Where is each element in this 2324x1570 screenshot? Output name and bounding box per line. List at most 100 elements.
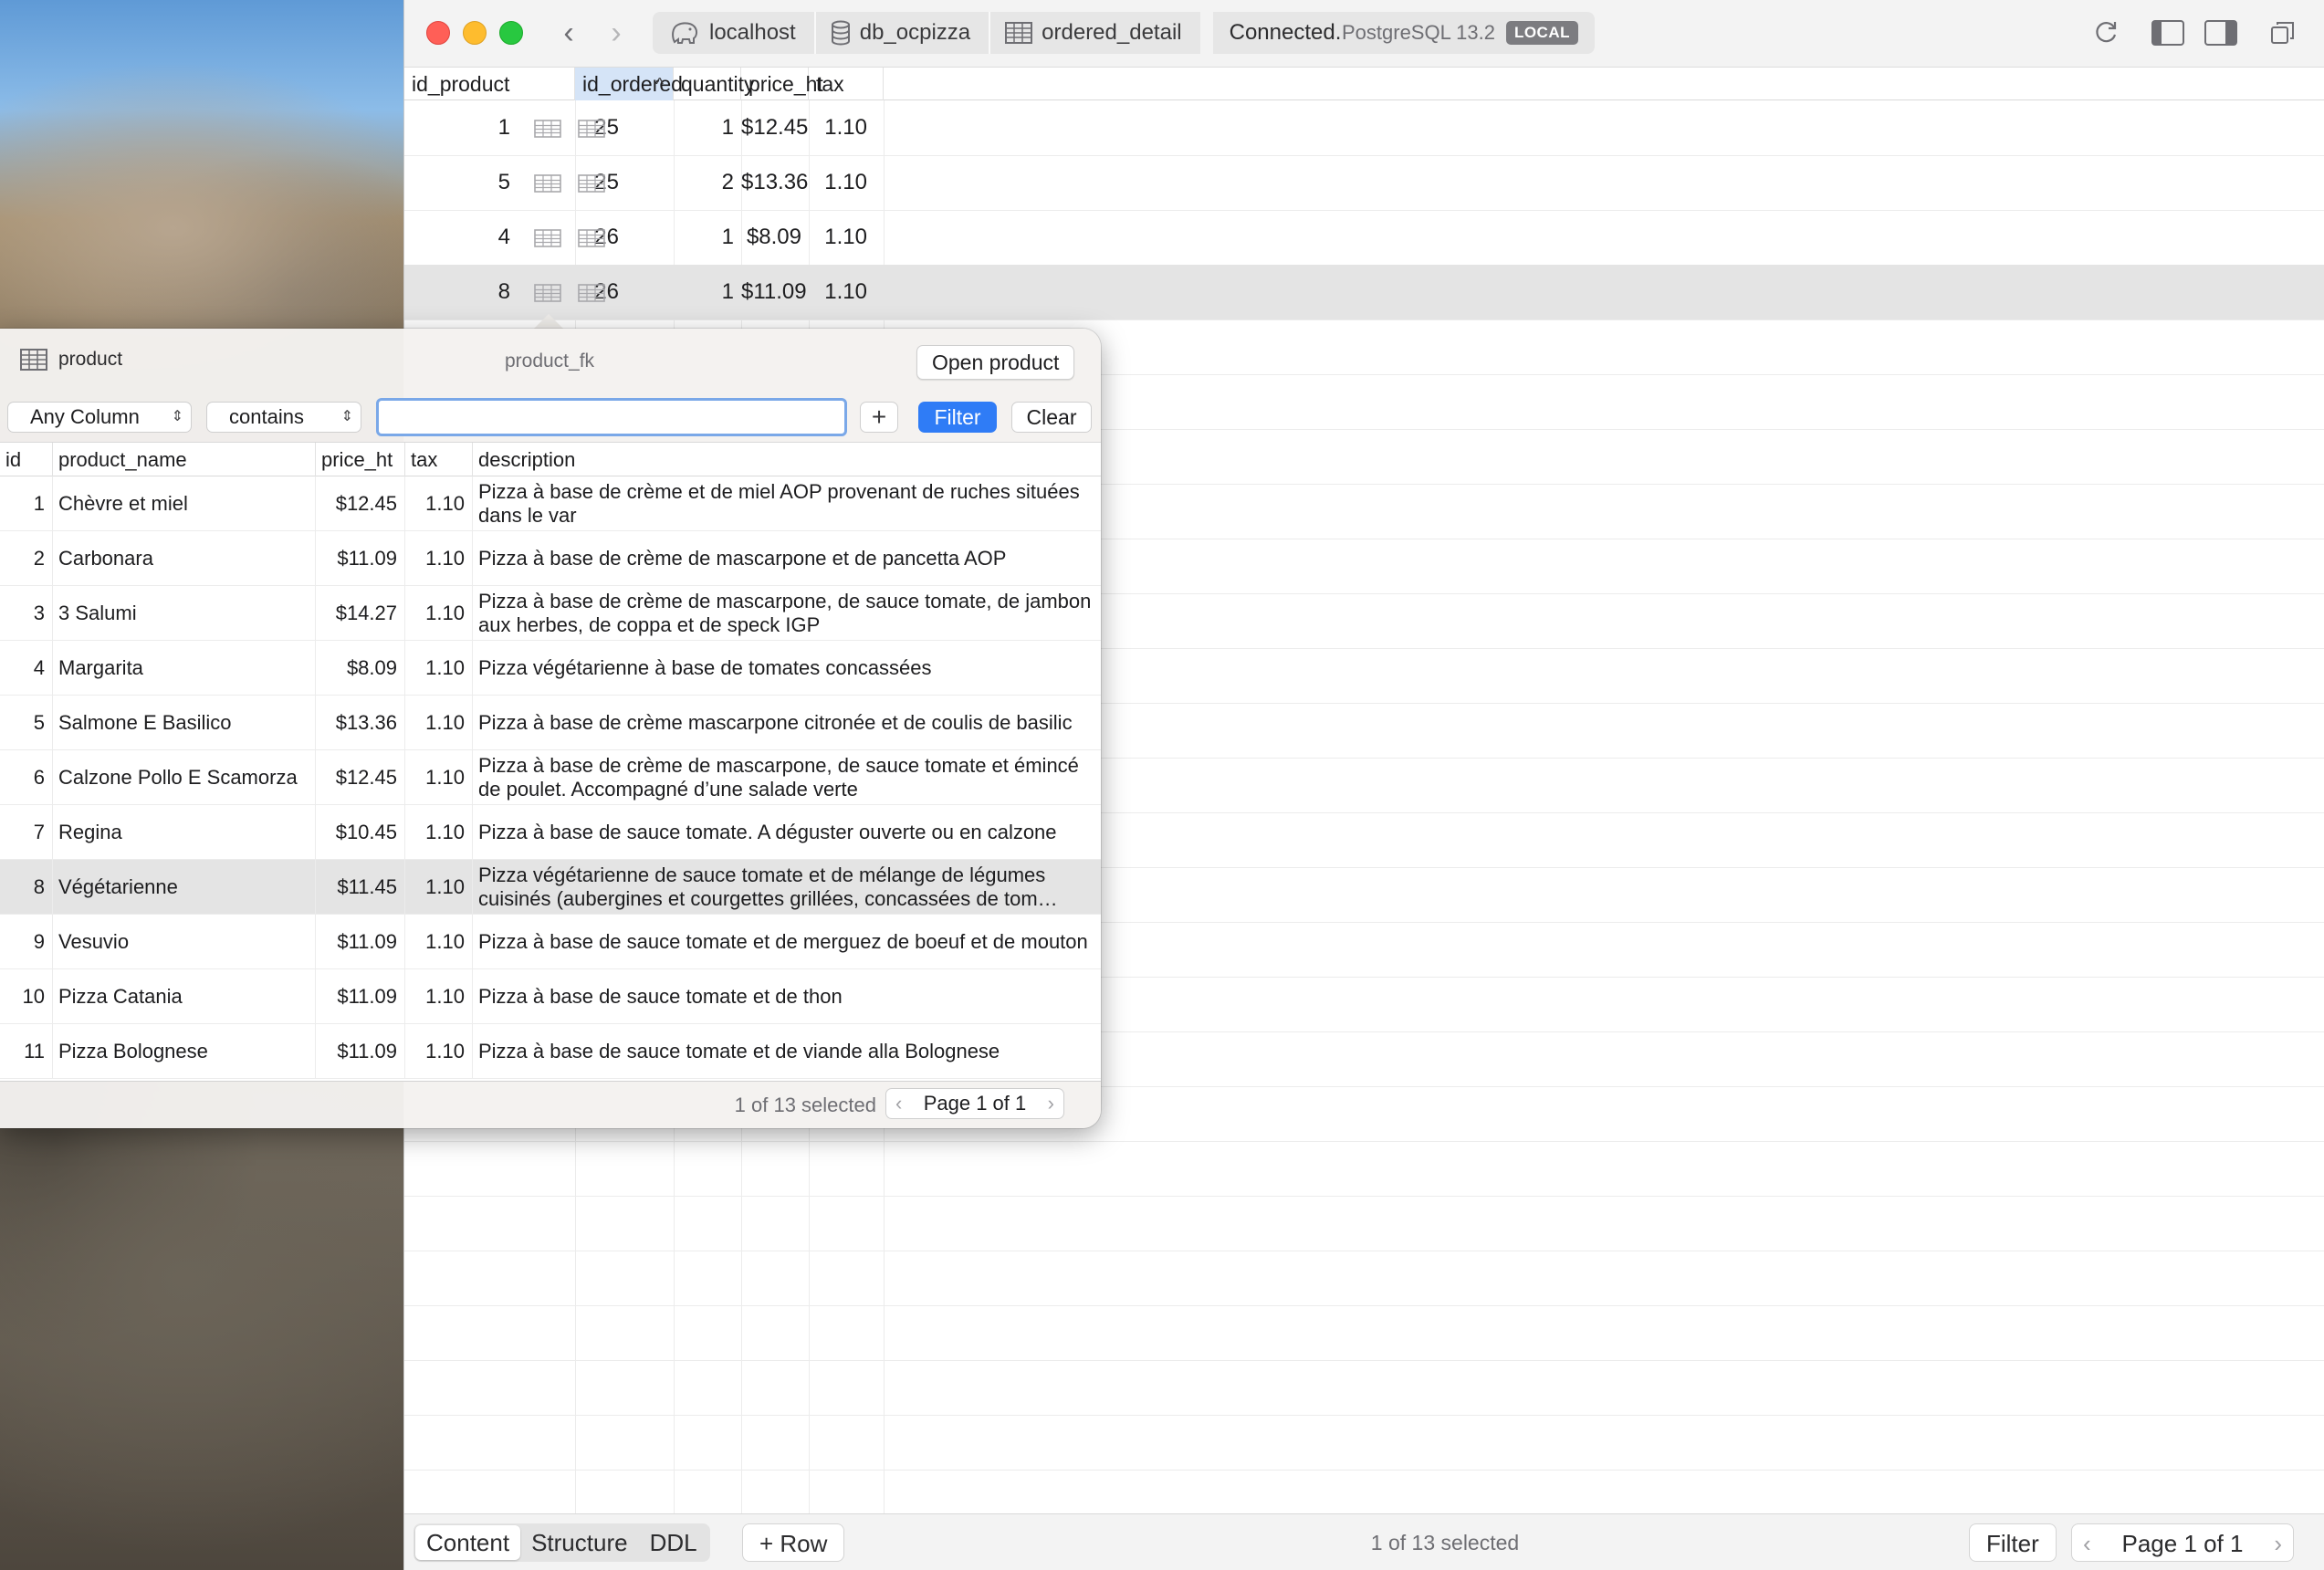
minimize-window-button[interactable]: [463, 21, 487, 45]
foreign-key-table-icon[interactable]: [578, 284, 605, 302]
table-row[interactable]: 9 Vesuvio $11.09 1.10 Pizza à base de sauce …: [0, 915, 1101, 969]
toggle-right-sidebar-icon[interactable]: [2203, 16, 2239, 49]
cell-tax[interactable]: 1.10: [405, 696, 473, 750]
clear-filter-button[interactable]: Clear: [1011, 402, 1092, 433]
table-row[interactable]: 5 Salmone E Basilico $13.36 1.10 Pizza à bas…: [0, 696, 1101, 750]
cell-id-product[interactable]: 4: [404, 210, 523, 265]
cell-description[interactable]: Pizza à base de sauce tomate et de thon: [473, 969, 1101, 1024]
filter-column-select[interactable]: Any Column ⇕: [7, 402, 192, 433]
cell-price-ht[interactable]: $14.27: [316, 586, 405, 641]
cell-price-ht[interactable]: $12.45: [316, 476, 405, 531]
cell-description[interactable]: Pizza végétarienne de sauce tomate et de…: [473, 860, 1101, 915]
cell-id-product[interactable]: 1: [404, 100, 523, 155]
toggle-left-sidebar-icon[interactable]: [2150, 16, 2186, 49]
chevron-left-icon[interactable]: ‹: [549, 13, 589, 53]
cell-price-ht[interactable]: $10.45: [316, 805, 405, 860]
breadcrumb-database[interactable]: db_ocpizza: [815, 12, 989, 54]
column-header-id[interactable]: id: [0, 443, 53, 477]
cell-product-name[interactable]: Végétarienne: [53, 860, 316, 915]
table-row[interactable]: 5 25 2 $13.36 1.10: [404, 155, 2324, 210]
foreign-key-table-icon[interactable]: [578, 120, 605, 138]
cell-id[interactable]: 1: [0, 476, 53, 531]
cell-product-name[interactable]: Margarita: [53, 641, 316, 696]
cell-tax[interactable]: 1.10: [405, 476, 473, 531]
cell-id-product[interactable]: 5: [404, 155, 523, 210]
cell-product-name[interactable]: Regina: [53, 805, 316, 860]
breadcrumb-table[interactable]: ordered_detail: [990, 12, 1200, 54]
cell-description[interactable]: Pizza à base de sauce tomate et de viand…: [473, 1024, 1101, 1079]
column-header-price-ht[interactable]: price_ht: [741, 68, 823, 100]
cell-id-product[interactable]: 8: [404, 265, 523, 319]
table-row[interactable]: 33 Salumi $14.27 1.10 Pizza à base de crème…: [0, 586, 1101, 641]
chevron-left-icon[interactable]: ‹: [895, 1092, 902, 1115]
close-window-button[interactable]: [426, 21, 450, 45]
filter-value-input[interactable]: [376, 398, 847, 436]
cell-price-ht[interactable]: $8.09: [741, 210, 809, 265]
cell-price-ht[interactable]: $11.09: [316, 531, 405, 586]
cell-price-ht[interactable]: $13.36: [316, 696, 405, 750]
cell-price-ht[interactable]: $11.09: [741, 265, 809, 319]
column-header-quantity[interactable]: quantity: [674, 68, 755, 100]
cell-tax[interactable]: 1.10: [405, 531, 473, 586]
foreign-key-table-icon[interactable]: [534, 174, 561, 193]
cell-quantity[interactable]: 1: [674, 265, 741, 319]
cell-id[interactable]: 3: [0, 586, 53, 641]
refresh-icon[interactable]: [2088, 16, 2124, 49]
cell-id[interactable]: 9: [0, 915, 53, 969]
open-product-button[interactable]: Open product: [916, 345, 1075, 380]
cell-description[interactable]: Pizza à base de crème de mascarpone, de …: [473, 750, 1101, 805]
table-row[interactable]: 4 Margarita $8.09 1.10 Pizza végétarienne à …: [0, 641, 1101, 696]
cell-product-name[interactable]: Calzone Pollo E Scamorza: [53, 750, 316, 805]
chevron-right-icon[interactable]: ›: [2274, 1524, 2282, 1561]
cell-id[interactable]: 10: [0, 969, 53, 1024]
add-row-button[interactable]: + Row: [742, 1523, 845, 1562]
table-row[interactable]: 8 Végétarienne $11.45 1.10 Pizza végétarienn…: [0, 860, 1101, 915]
column-header-description[interactable]: description: [473, 443, 1101, 477]
foreign-key-table-icon[interactable]: [534, 229, 561, 247]
chevron-left-icon[interactable]: ‹: [2083, 1524, 2091, 1561]
table-row[interactable]: 4 26 1 $8.09 1.10: [404, 210, 2324, 265]
foreign-key-table-icon[interactable]: [578, 229, 605, 247]
cell-tax[interactable]: 1.10: [405, 750, 473, 805]
cell-tax[interactable]: 1.10: [405, 641, 473, 696]
new-window-icon[interactable]: [2265, 16, 2301, 49]
cell-price-ht[interactable]: $13.36: [741, 155, 809, 210]
cell-quantity[interactable]: 1: [674, 210, 741, 265]
column-header-tax[interactable]: tax: [405, 443, 473, 477]
cell-price-ht[interactable]: $12.45: [316, 750, 405, 805]
column-header-id-product[interactable]: id_product: [404, 68, 575, 100]
cell-product-name[interactable]: Pizza Bolognese: [53, 1024, 316, 1079]
apply-filter-button[interactable]: Filter: [918, 402, 997, 433]
foreign-key-table-icon[interactable]: [534, 284, 561, 302]
table-row[interactable]: 11 Pizza Bolognese $11.09 1.10 Pizza à base …: [0, 1024, 1101, 1079]
foreign-key-table-icon[interactable]: [578, 174, 605, 193]
filter-operator-select[interactable]: contains ⇕: [206, 402, 361, 433]
cell-description[interactable]: Pizza végétarienne à base de tomates con…: [473, 641, 1101, 696]
column-header-tax[interactable]: tax: [809, 68, 884, 100]
foreign-key-table-icon[interactable]: [534, 120, 561, 138]
cell-description[interactable]: Pizza à base de crème de mascarpone, de …: [473, 586, 1101, 641]
table-row[interactable]: 1 Chèvre et miel $12.45 1.10 Pizza à base de…: [0, 476, 1101, 531]
cell-id[interactable]: 5: [0, 696, 53, 750]
chevron-right-icon[interactable]: ›: [1048, 1092, 1054, 1115]
tab-ddl[interactable]: DDL: [639, 1525, 708, 1560]
table-row[interactable]: 1 25 1 $12.45 1.10: [404, 100, 2324, 155]
cell-tax[interactable]: 1.10: [405, 586, 473, 641]
cell-tax[interactable]: 1.10: [405, 915, 473, 969]
cell-product-name[interactable]: Salmone E Basilico: [53, 696, 316, 750]
table-row[interactable]: 10 Pizza Catania $11.09 1.10 Pizza à base de…: [0, 969, 1101, 1024]
chevron-right-icon[interactable]: ›: [596, 13, 636, 53]
cell-id[interactable]: 8: [0, 860, 53, 915]
cell-description[interactable]: Pizza à base de crème de mascarpone et d…: [473, 531, 1101, 586]
cell-id[interactable]: 11: [0, 1024, 53, 1079]
cell-price-ht[interactable]: $11.09: [316, 1024, 405, 1079]
cell-tax[interactable]: 1.10: [405, 1024, 473, 1079]
cell-description[interactable]: Pizza à base de crème et de miel AOP pro…: [473, 476, 1101, 531]
filter-button[interactable]: Filter: [1969, 1523, 2057, 1562]
cell-quantity[interactable]: 2: [674, 155, 741, 210]
table-row[interactable]: 2 Carbonara $11.09 1.10 Pizza à base de crèm…: [0, 531, 1101, 586]
cell-price-ht[interactable]: $11.45: [316, 860, 405, 915]
column-header-product-name[interactable]: product_name: [53, 443, 316, 477]
tab-structure[interactable]: Structure: [520, 1525, 639, 1560]
cell-id[interactable]: 6: [0, 750, 53, 805]
